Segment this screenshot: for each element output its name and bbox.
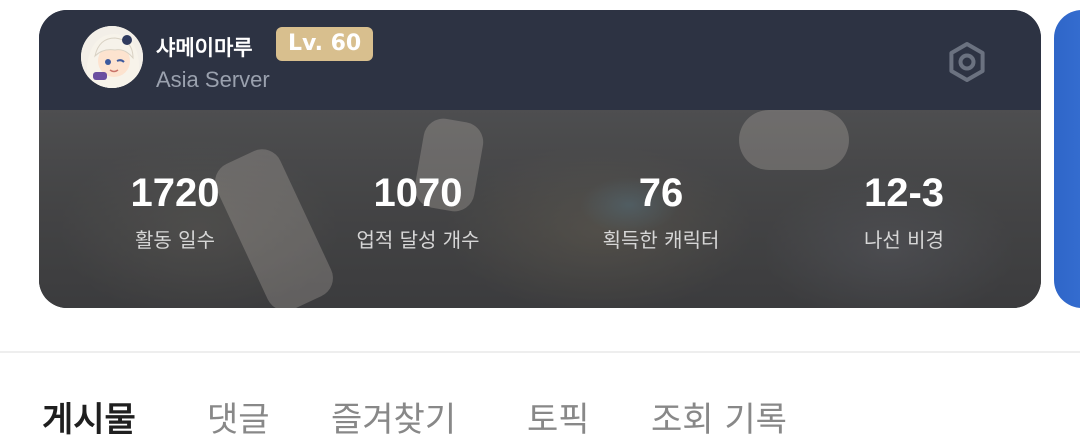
tab-posts[interactable]: 게시물 bbox=[42, 392, 136, 441]
avatar-image bbox=[81, 26, 143, 88]
stat-achievements: 1070 업적 달성 개수 bbox=[318, 170, 518, 253]
settings-gear-icon[interactable] bbox=[945, 40, 989, 84]
stat-label: 활동 일수 bbox=[135, 228, 215, 252]
stat-value: 1070 bbox=[373, 171, 463, 215]
level-badge: Lv. 60 bbox=[276, 27, 374, 61]
stat-label: 나선 비경 bbox=[864, 228, 944, 252]
stat-characters: 76 획득한 캐릭터 bbox=[561, 170, 761, 253]
stat-label: 업적 달성 개수 bbox=[356, 228, 480, 252]
profile-card[interactable]: 샤메이마루 Lv. 60 Asia Server 1720 활동 일수 1070… bbox=[39, 10, 1041, 308]
stat-active-days: 1720 활동 일수 bbox=[75, 170, 275, 253]
tab-bar: 게시물 댓글 즐겨찾기 토픽 조회 기록 bbox=[0, 380, 1080, 444]
tab-comments[interactable]: 댓글 bbox=[207, 392, 270, 441]
stat-value: 1720 bbox=[130, 171, 220, 215]
stat-label: 획득한 캐릭터 bbox=[602, 228, 720, 252]
stat-spiral-abyss: 12-3 나선 비경 bbox=[804, 170, 1004, 253]
tab-favorites[interactable]: 즐겨찾기 bbox=[331, 392, 456, 441]
profile-page: 샤메이마루 Lv. 60 Asia Server 1720 활동 일수 1070… bbox=[0, 0, 1080, 444]
tab-view-history[interactable]: 조회 기록 bbox=[651, 392, 787, 441]
stat-value: 76 bbox=[638, 171, 684, 215]
stat-value: 12-3 bbox=[863, 171, 945, 215]
next-card-peek[interactable] bbox=[1054, 10, 1080, 308]
divider bbox=[0, 351, 1080, 353]
avatar[interactable] bbox=[81, 26, 143, 88]
tab-topics[interactable]: 토픽 bbox=[527, 392, 590, 441]
server-label: Asia Server bbox=[156, 67, 270, 92]
username: 샤메이마루 bbox=[156, 36, 253, 60]
